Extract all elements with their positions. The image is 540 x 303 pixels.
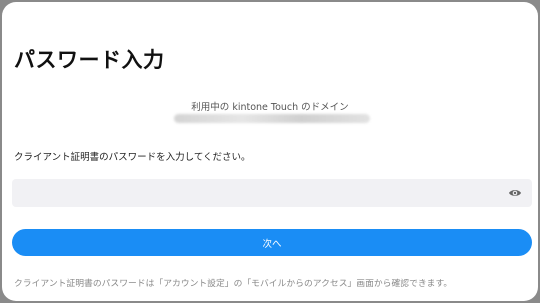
page-title: パスワード入力 xyxy=(14,48,165,72)
eye-icon[interactable] xyxy=(506,185,524,201)
domain-value-redacted xyxy=(174,114,370,123)
domain-label: 利用中の kintone Touch のドメイン xyxy=(191,102,349,113)
password-input[interactable] xyxy=(12,179,532,207)
password-dialog: パスワード入力 利用中の kintone Touch のドメイン クライアント証… xyxy=(2,2,538,301)
help-note: クライアント証明書のパスワードは「アカウント設定」の「モバイルからのアクセス」画… xyxy=(14,279,453,289)
password-instruction: クライアント証明書のパスワードを入力してください。 xyxy=(14,152,251,163)
next-button[interactable]: 次へ xyxy=(12,229,532,256)
